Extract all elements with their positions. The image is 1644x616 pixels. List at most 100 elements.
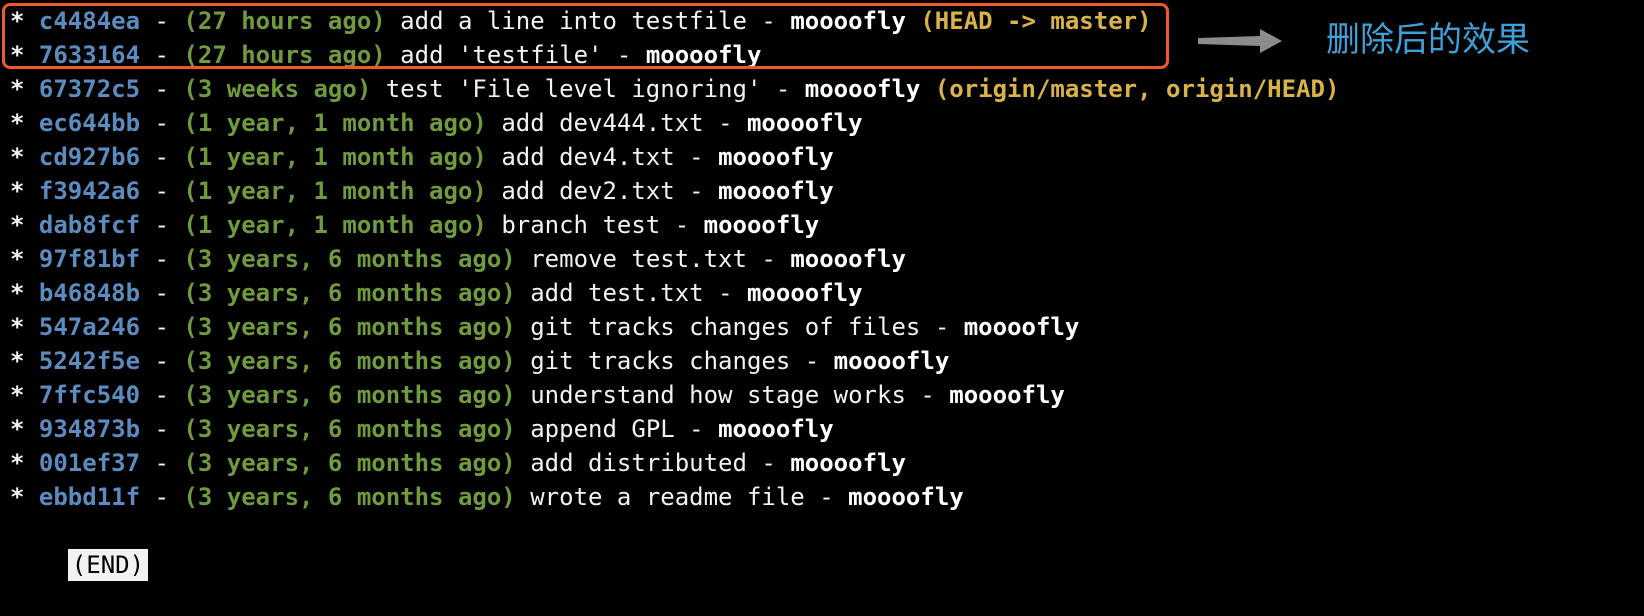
- commit-line: * 001ef37 - (3 years, 6 months ago) add …: [10, 446, 1630, 480]
- commit-author: moooofly: [746, 279, 863, 307]
- separator: [920, 313, 934, 341]
- commit-graph-marker: *: [10, 109, 39, 137]
- commit-graph-marker: *: [10, 449, 39, 477]
- commit-line: * ec644bb - (1 year, 1 month ago) add de…: [10, 106, 1630, 140]
- commit-author: moooofly: [833, 347, 950, 375]
- separator: [140, 483, 154, 511]
- commit-author: moooofly: [718, 177, 834, 205]
- commit-message: branch test: [501, 211, 661, 239]
- separator: [487, 211, 501, 239]
- commit-graph-marker: *: [10, 347, 39, 375]
- commit-hash: 001ef37: [38, 449, 141, 477]
- separator: [140, 347, 154, 375]
- commit-message: add dev2.txt: [501, 177, 675, 205]
- separator: [487, 143, 501, 171]
- separator: -: [154, 483, 169, 511]
- separator: [819, 347, 833, 375]
- commit-hash: 934873b: [38, 415, 141, 443]
- separator: -: [154, 211, 169, 239]
- separator: [949, 313, 963, 341]
- separator: -: [775, 75, 791, 103]
- separator: [733, 279, 747, 307]
- separator: [790, 347, 804, 375]
- separator: [675, 415, 689, 443]
- separator: [747, 245, 761, 273]
- commit-line: * cd927b6 - (1 year, 1 month ago) add de…: [10, 140, 1630, 174]
- separator: [140, 75, 154, 103]
- separator: [140, 143, 154, 171]
- separator: [704, 415, 718, 443]
- commit-message: add distributed: [530, 449, 747, 477]
- separator: [487, 177, 501, 205]
- separator: [935, 381, 949, 409]
- commit-message: add dev4.txt: [501, 143, 675, 171]
- separator: -: [819, 483, 834, 511]
- commit-author: moooofly: [848, 483, 964, 511]
- separator: [169, 483, 183, 511]
- commit-author: moooofly: [790, 449, 906, 477]
- separator: [516, 245, 530, 273]
- separator: [169, 347, 183, 375]
- commit-graph-marker: *: [10, 75, 39, 103]
- commit-hash: dab8fcf: [38, 211, 141, 239]
- commit-graph-marker: *: [10, 415, 39, 443]
- separator: -: [154, 177, 169, 205]
- commit-graph-marker: *: [10, 279, 39, 307]
- separator: [675, 143, 689, 171]
- separator: [776, 245, 790, 273]
- commit-author: moooofly: [949, 381, 1065, 409]
- separator: [516, 381, 530, 409]
- separator: -: [934, 313, 950, 341]
- commit-graph-marker: *: [10, 483, 39, 511]
- separator: [733, 109, 747, 137]
- separator: -: [154, 313, 169, 341]
- separator: -: [761, 449, 776, 477]
- separator: [747, 449, 761, 477]
- separator: [169, 75, 183, 103]
- separator: [761, 75, 775, 103]
- commit-date: (3 years, 6 months ago): [183, 415, 516, 443]
- commit-hash: 97f81bf: [38, 245, 141, 273]
- commit-date: (3 years, 6 months ago): [183, 483, 516, 511]
- commit-hash: 7ffc540: [38, 381, 141, 409]
- separator: [140, 279, 154, 307]
- separator: [790, 75, 804, 103]
- commit-message: append GPL: [530, 415, 675, 443]
- separator: [169, 245, 183, 273]
- annotation-label: 删除后的效果: [1326, 20, 1530, 60]
- separator: [140, 211, 154, 239]
- commit-date: (3 years, 6 months ago): [183, 245, 516, 273]
- commit-date: (3 years, 6 months ago): [183, 381, 516, 409]
- commit-author: moooofly: [718, 415, 834, 443]
- separator: -: [154, 143, 169, 171]
- separator: -: [674, 211, 690, 239]
- pager-end-line: (END): [10, 514, 1630, 581]
- commit-hash: 67372c5: [38, 75, 141, 103]
- separator: [140, 415, 154, 443]
- commit-message: test 'File level ignoring': [385, 75, 762, 103]
- separator: -: [154, 279, 169, 307]
- commit-date: (1 year, 1 month ago): [183, 177, 487, 205]
- commit-list: * c4484ea - (27 hours ago) add a line in…: [10, 4, 1630, 514]
- commit-graph-marker: *: [10, 211, 39, 239]
- separator: [169, 449, 183, 477]
- git-log-output: * c4484ea - (27 hours ago) add a line in…: [10, 4, 1630, 581]
- separator: -: [689, 177, 704, 205]
- commit-line: * 547a246 - (3 years, 6 months ago) git …: [10, 310, 1630, 344]
- commit-line: * b46848b - (3 years, 6 months ago) add …: [10, 276, 1630, 310]
- commit-graph-marker: *: [10, 313, 39, 341]
- separator: [704, 109, 718, 137]
- separator: -: [761, 245, 776, 273]
- separator: -: [154, 75, 169, 103]
- separator: -: [920, 381, 935, 409]
- commit-line: * 5242f5e - (3 years, 6 months ago) git …: [10, 344, 1630, 378]
- commit-message: remove test.txt: [530, 245, 747, 273]
- separator: -: [689, 143, 704, 171]
- separator: [371, 75, 385, 103]
- separator: [834, 483, 848, 511]
- arrow-right-icon: [1198, 29, 1282, 53]
- separator: [660, 211, 674, 239]
- separator: [140, 109, 154, 137]
- separator: [516, 347, 530, 375]
- commit-hash: ec644bb: [38, 109, 141, 137]
